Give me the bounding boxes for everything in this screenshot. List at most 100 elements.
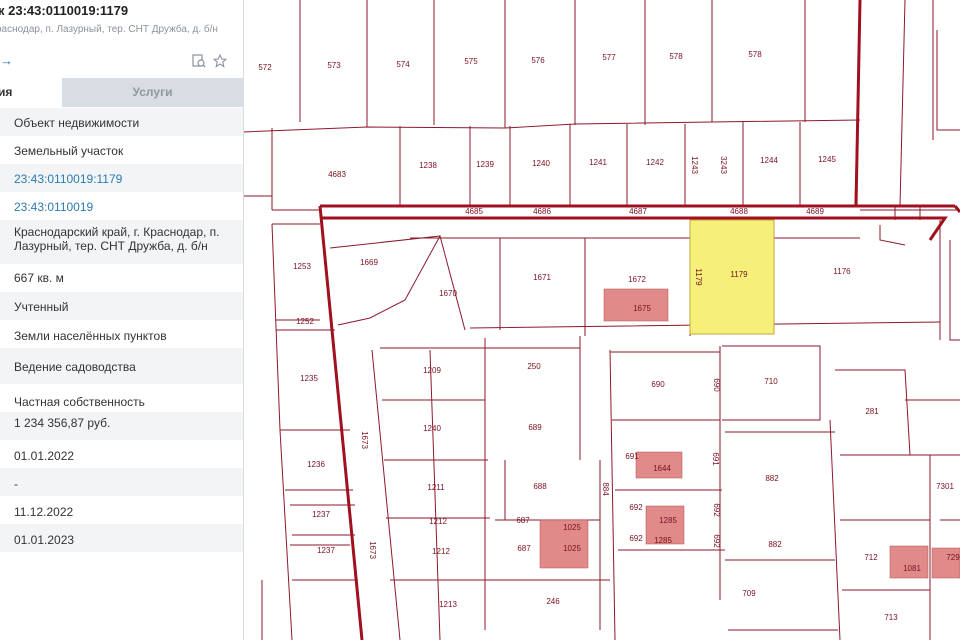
parcel-number-label[interactable]: 1644 — [653, 464, 671, 473]
parcel-number-label[interactable]: 690 — [712, 378, 721, 392]
parcel-number-label[interactable]: 572 — [258, 63, 272, 72]
parcel-number-label[interactable]: 4686 — [533, 207, 551, 216]
parcel-number-label[interactable]: 687 — [516, 516, 530, 525]
parcel-number-label[interactable]: 713 — [884, 613, 898, 622]
parcel-number-label[interactable]: 692 — [712, 503, 721, 517]
parcel-number-label[interactable]: 692 — [629, 534, 643, 543]
parcel-number-label[interactable]: 1025 — [563, 544, 581, 553]
parcel-number-label[interactable]: 1253 — [293, 262, 311, 271]
info-row[interactable]: 23:43:0110019 — [0, 192, 243, 220]
parcel-number-label[interactable]: 1670 — [439, 289, 457, 298]
parcel-number-label[interactable]: 1243 — [690, 156, 699, 174]
parcel-number-label[interactable]: 1244 — [760, 156, 778, 165]
tab-bar: ия Услуги — [0, 78, 243, 107]
parcel-number-label[interactable]: 1212 — [432, 547, 450, 556]
parcel-number-label[interactable]: 577 — [602, 53, 616, 62]
info-row: 01.01.2023 — [0, 524, 243, 552]
parcel-number-label[interactable]: 1213 — [439, 600, 457, 609]
parcel-number-label[interactable]: 1669 — [360, 258, 378, 267]
parcel-number-label[interactable]: 690 — [651, 380, 665, 389]
info-row: Учтенный — [0, 292, 243, 320]
parcel-number-label[interactable]: 575 — [464, 57, 478, 66]
parcel-number-label[interactable]: 573 — [327, 61, 341, 70]
parcel-number-label[interactable]: 1675 — [633, 304, 651, 313]
parcel-number-label[interactable]: 281 — [865, 407, 879, 416]
info-row-value: Учтенный — [14, 300, 69, 314]
parcel-number-label[interactable]: 4683 — [328, 170, 346, 179]
parcel-number-label[interactable]: 1235 — [300, 374, 318, 383]
tab-info-label: ия — [0, 85, 13, 99]
parcel-number-label[interactable]: 1240 — [423, 424, 441, 433]
info-row: - — [0, 468, 243, 496]
tab-services[interactable]: Услуги — [62, 78, 243, 107]
info-row-value: 1 234 356,87 руб. — [14, 416, 111, 430]
parcel-number-label[interactable]: 1176 — [833, 267, 851, 276]
parcel-number-label[interactable]: 691 — [625, 452, 639, 461]
parcel-number-label[interactable]: 4687 — [629, 207, 647, 216]
search-document-icon[interactable] — [192, 54, 206, 68]
parcel-number-label[interactable]: 1237 — [317, 546, 335, 555]
parcel-number-label[interactable]: 884 — [601, 482, 610, 496]
parcel-number-label[interactable]: 692 — [712, 534, 721, 548]
arrow-right-icon[interactable]: → — [0, 53, 13, 68]
tab-info[interactable]: ия — [0, 78, 62, 107]
parcel-number-label[interactable]: 709 — [742, 589, 756, 598]
parcel-number-label[interactable]: 578 — [748, 50, 762, 59]
parcel-number-label[interactable]: 882 — [768, 540, 782, 549]
parcel-number-label[interactable]: 1673 — [368, 541, 377, 559]
parcel-number-label[interactable]: 4688 — [730, 207, 748, 216]
info-row: Ведение садоводства — [0, 348, 243, 384]
info-row-value: 11.12.2022 — [14, 505, 74, 519]
parcel-number-label[interactable]: 1025 — [563, 523, 581, 532]
property-info-list: Объект недвижимости Земельный участок 23:4… — [0, 108, 243, 552]
info-row: Земельный участок — [0, 136, 243, 164]
parcel-number-label[interactable]: 7301 — [936, 482, 954, 491]
parcel-number-label[interactable]: 1245 — [818, 155, 836, 164]
info-row[interactable]: 23:43:0110019:1179 — [0, 164, 243, 192]
parcel-number-label[interactable]: 1211 — [427, 483, 445, 492]
parcel-number-label[interactable]: 1285 — [654, 536, 672, 545]
parcel-number-label[interactable]: 1212 — [429, 517, 447, 526]
parcel-number-label[interactable]: 576 — [531, 56, 545, 65]
info-row-value: Ведение садоводства — [14, 360, 136, 374]
parcel-number-label[interactable]: 1239 — [476, 160, 494, 169]
parcel-number-label[interactable]: 689 — [528, 423, 542, 432]
parcel-number-label[interactable]: 1238 — [419, 161, 437, 170]
parcel-number-label[interactable]: 1673 — [360, 431, 369, 449]
parcel-number-label[interactable]: 692 — [629, 503, 643, 512]
parcel-number-label[interactable]: 578 — [669, 52, 683, 61]
info-row-value: Частная собственность — [14, 395, 145, 409]
parcel-number-label[interactable]: 4689 — [806, 207, 824, 216]
parcel-number-label[interactable]: 1209 — [423, 366, 441, 375]
parcel-number-label[interactable]: 687 — [517, 544, 531, 553]
star-icon[interactable] — [212, 53, 228, 68]
info-row: Земли населённых пунктов — [0, 320, 243, 348]
parcel-number-label[interactable]: 1671 — [533, 273, 551, 282]
parcel-number-label[interactable]: 574 — [396, 60, 410, 69]
parcel-number-label[interactable]: 1242 — [646, 158, 664, 167]
parcel-number-label[interactable]: 688 — [533, 482, 547, 491]
parcel-number-label[interactable]: 1252 — [296, 317, 314, 326]
parcel-number-label[interactable]: 250 — [527, 362, 541, 371]
parcel-number-label[interactable]: 712 — [864, 553, 878, 562]
parcel-number-label[interactable]: 1240 — [532, 159, 550, 168]
parcel-number-label[interactable]: 882 — [765, 474, 779, 483]
parcel-number-label[interactable]: 1081 — [903, 564, 921, 573]
parcel-number-label[interactable]: 1285 — [659, 516, 677, 525]
property-title: к 23:43:0110019:1179 — [0, 3, 129, 18]
parcel-number-label[interactable]: 1179 — [730, 270, 748, 279]
parcel-number-label[interactable]: 3243 — [719, 156, 728, 174]
parcel-number-label[interactable]: 246 — [546, 597, 560, 606]
parcel-number-label[interactable]: 1236 — [307, 460, 325, 469]
parcel-number-label[interactable]: 1179 — [694, 268, 703, 286]
parcel-number-label[interactable]: 691 — [711, 452, 720, 466]
parcel-number-label[interactable]: 1237 — [312, 510, 330, 519]
info-row: Объект недвижимости — [0, 108, 243, 136]
info-row: 667 кв. м — [0, 264, 243, 292]
parcel-number-label[interactable]: 729 — [946, 553, 960, 562]
parcel-number-label[interactable]: 1672 — [628, 275, 646, 284]
parcel-number-label[interactable]: 1241 — [589, 158, 607, 167]
info-row: Частная собственность — [0, 384, 243, 412]
parcel-number-label[interactable]: 710 — [764, 377, 778, 386]
parcel-number-label[interactable]: 4685 — [465, 207, 483, 216]
